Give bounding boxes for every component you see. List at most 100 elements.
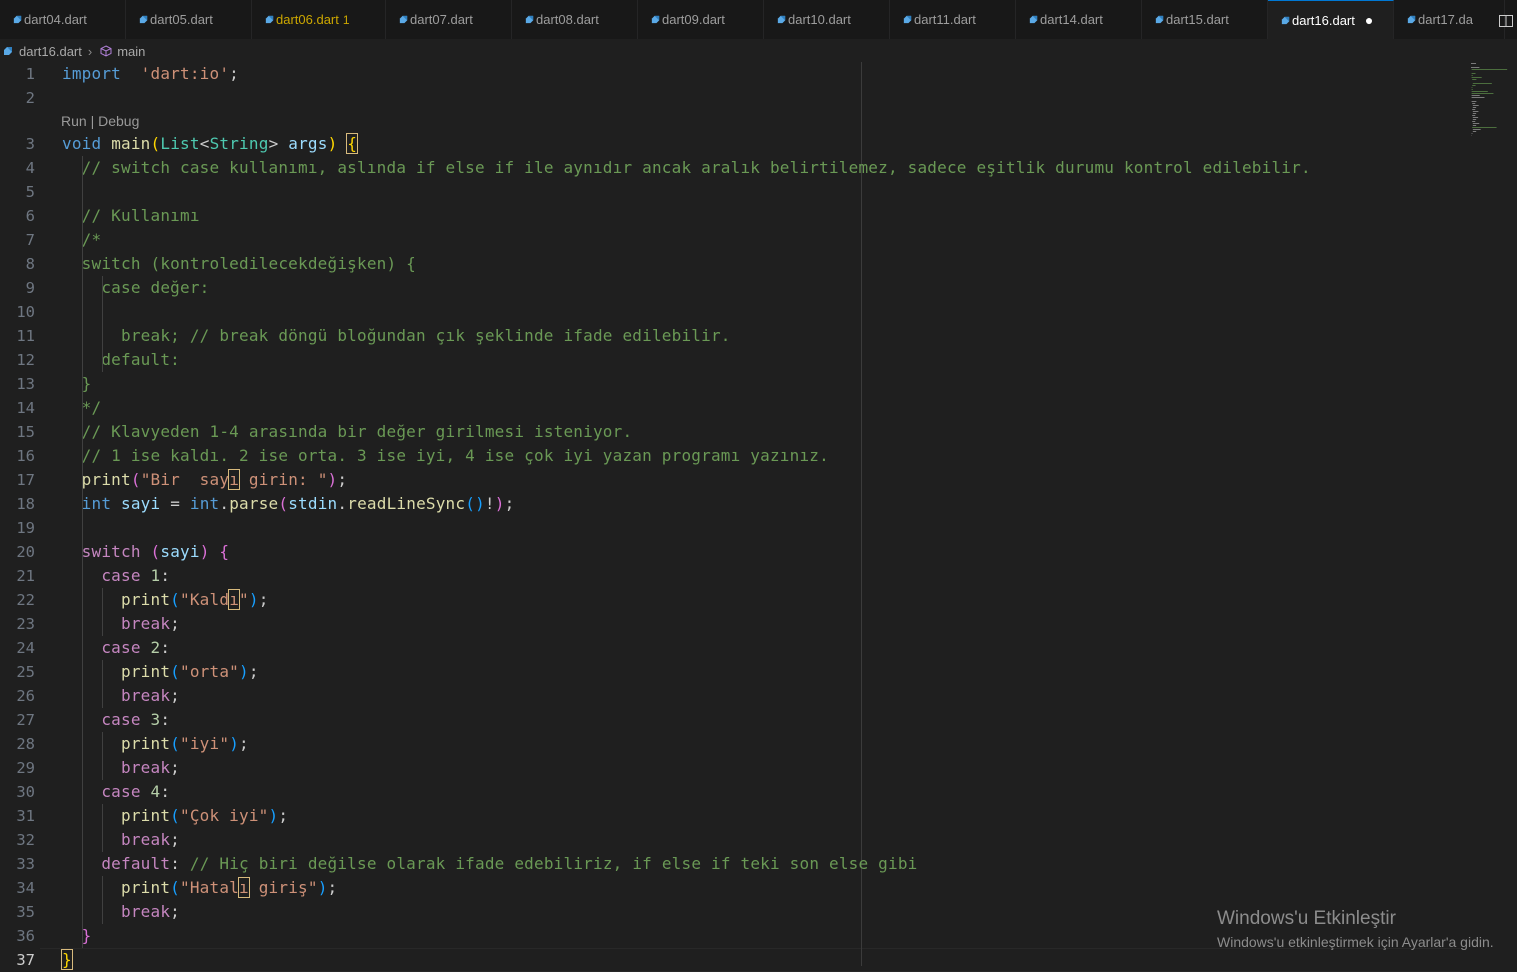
code-line[interactable]: 29 break; [0,756,1460,780]
code-line[interactable]: 11 break; // break döngü bloğundan çık ş… [0,324,1460,348]
code-text[interactable]: switch (kontroledilecekdeğişken) { [62,252,416,276]
code-text[interactable]: print("iyi"); [62,732,249,756]
code-text[interactable]: default: [62,348,180,372]
tab-dart07-dart[interactable]: dart07.dart [386,0,512,39]
code-text[interactable]: default: // Hiç biri değilse olarak ifad… [62,852,918,876]
code-line[interactable]: 32 break; [0,828,1460,852]
code-editor[interactable]: Run | Debug 1import 'dart:io';23void mai… [0,62,1517,966]
code-line[interactable]: 27 case 3: [0,708,1460,732]
tab-dart08-dart[interactable]: dart08.dart [512,0,638,39]
tab-dart06-dart[interactable]: dart06.dart1 [252,0,386,39]
code-line[interactable]: 7 /* [0,228,1460,252]
code-line[interactable]: 10 [0,300,1460,324]
code-line[interactable]: 12 default: [0,348,1460,372]
split-editor-icon[interactable] [1499,15,1513,27]
code-text[interactable]: // 1 ise kaldı. 2 ise orta. 3 ise iyi, 4… [62,444,829,468]
codelens-debug[interactable]: Debug [98,113,139,129]
code-line[interactable]: 28 print("iyi"); [0,732,1460,756]
indent-guide [102,876,103,924]
code-line[interactable]: 8 switch (kontroledilecekdeğişken) { [0,252,1460,276]
code-text[interactable]: case 4: [62,780,170,804]
code-text[interactable]: // switch case kullanımı, aslında if els… [62,156,1311,180]
code-text[interactable]: print("Kaldı"); [62,588,269,612]
code-token [62,374,82,393]
code-line[interactable]: 15 // Klavyeden 1-4 arasında bir değer g… [0,420,1460,444]
code-text[interactable]: break; [62,684,180,708]
tab-dart09-dart[interactable]: dart09.dart [638,0,764,39]
line-number: 35 [0,900,35,924]
tab-dart05-dart[interactable]: dart05.dart [126,0,252,39]
code-token [62,662,121,681]
code-line[interactable]: 21 case 1: [0,564,1460,588]
code-token: ; [229,64,239,83]
minimap-line [1473,119,1476,120]
code-text[interactable]: break; [62,900,180,924]
code-text[interactable]: void main(List<String> args) { [62,132,357,156]
tab-dart15-dart[interactable]: dart15.dart [1142,0,1268,39]
code-line[interactable]: 19 [0,516,1460,540]
tab-dart04-dart[interactable]: dart04.dart [0,0,126,39]
code-line[interactable]: 1import 'dart:io'; [0,62,1460,86]
tab-dart11-dart[interactable]: dart11.dart [890,0,1016,39]
unsaved-dot-icon[interactable]: ● [1365,12,1373,28]
code-line[interactable]: 9 case değer: [0,276,1460,300]
code-line[interactable]: 13 } [0,372,1460,396]
code-line[interactable]: 24 case 2: [0,636,1460,660]
code-line[interactable]: 18 int sayi = int.parse(stdin.readLineSy… [0,492,1460,516]
code-line[interactable]: 2 [0,86,1460,110]
code-text[interactable]: print("orta"); [62,660,259,684]
line-number: 10 [0,300,35,324]
code-line[interactable]: 20 switch (sayi) { [0,540,1460,564]
code-line[interactable]: 26 break; [0,684,1460,708]
code-text[interactable]: int sayi = int.parse(stdin.readLineSync(… [62,492,514,516]
tab-dart17-da[interactable]: dart17.da [1394,0,1505,39]
minimap-line [1472,101,1477,102]
chevron-right-icon: › [88,44,92,59]
code-text[interactable]: break; // break döngü bloğundan çık şekl… [62,324,731,348]
code-text[interactable]: case 1: [62,564,170,588]
code-text[interactable]: case 2: [62,636,170,660]
codelens-run[interactable]: Run [61,113,87,129]
code-text[interactable]: break; [62,612,180,636]
code-text[interactable]: case değer: [62,276,210,300]
code-line[interactable]: 37} [0,948,1460,972]
code-text[interactable]: break; [62,756,180,780]
tab-dart16-dart[interactable]: dart16.dart● [1268,0,1394,39]
code-text[interactable]: break; [62,828,180,852]
breadcrumb-file[interactable]: dart16.dart [19,44,82,59]
code-line[interactable]: 22 print("Kaldı"); [0,588,1460,612]
code-token: ; [239,734,249,753]
dart-file-icon [650,14,661,25]
code-line[interactable]: 17 print("Bir sayı girin: "); [0,468,1460,492]
code-line[interactable]: 5 [0,180,1460,204]
code-token: 4 [151,782,161,801]
breadcrumb-symbol[interactable]: main [117,44,145,59]
code-line[interactable]: 3void main(List<String> args) { [0,132,1460,156]
code-line[interactable]: 34 print("Hatalı giriş"); [0,876,1460,900]
code-text[interactable]: } [62,948,72,972]
code-line[interactable]: 23 break; [0,612,1460,636]
code-text[interactable]: } [62,372,92,396]
tab-dart10-dart[interactable]: dart10.dart [764,0,890,39]
code-line[interactable]: 14 */ [0,396,1460,420]
code-line[interactable]: 4 // switch case kullanımı, aslında if e… [0,156,1460,180]
dart-file-icon [1406,14,1417,25]
code-text[interactable]: } [62,924,92,948]
code-text[interactable]: import 'dart:io'; [62,62,239,86]
tab-dart14-dart[interactable]: dart14.dart [1016,0,1142,39]
code-line[interactable]: 6 // Kullanımı [0,204,1460,228]
code-token: case değer: [101,278,209,297]
code-line[interactable]: 33 default: // Hiç biri değilse olarak i… [0,852,1460,876]
code-line[interactable]: 25 print("orta"); [0,660,1460,684]
code-token: ; [249,662,259,681]
code-text[interactable]: print("Çok iyi"); [62,804,288,828]
code-text[interactable]: print("Hatalı giriş"); [62,876,337,900]
code-text[interactable]: // Klavyeden 1-4 arasında bir değer giri… [62,420,632,444]
code-text[interactable]: switch (sayi) { [62,540,229,564]
code-line[interactable]: 16 // 1 ise kaldı. 2 ise orta. 3 ise iyi… [0,444,1460,468]
minimap[interactable] [1470,62,1517,142]
code-text[interactable]: case 3: [62,708,170,732]
code-line[interactable]: 31 print("Çok iyi"); [0,804,1460,828]
code-line[interactable]: 30 case 4: [0,780,1460,804]
code-text[interactable]: print("Bir sayı girin: "); [62,468,347,492]
